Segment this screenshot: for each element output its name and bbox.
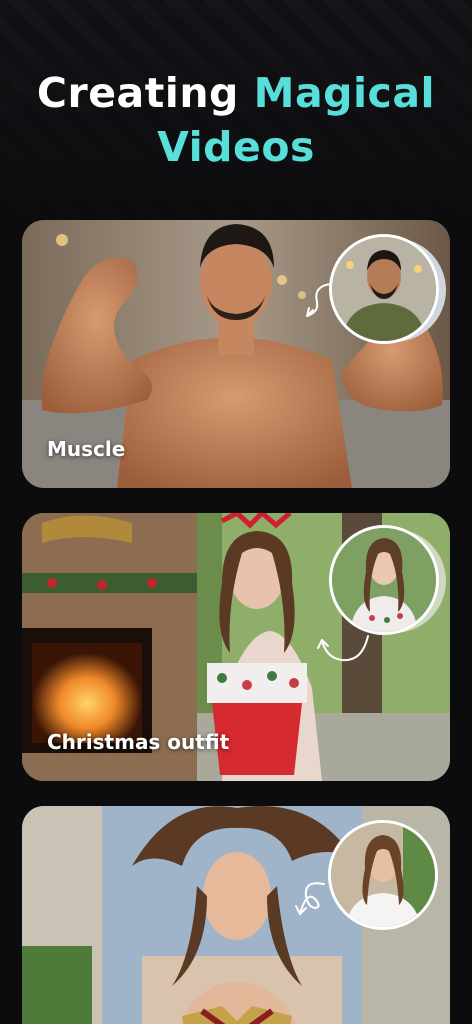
effect-card-christmas-outfit[interactable]: Christmas outfit bbox=[22, 513, 450, 781]
man-portrait-image bbox=[332, 237, 436, 341]
curved-arrow-icon bbox=[306, 283, 332, 317]
original-photo-thumbnail bbox=[328, 820, 438, 930]
original-photo-thumbnail bbox=[329, 234, 439, 344]
effect-card-muscle[interactable]: Muscle bbox=[22, 220, 450, 488]
card-label-christmas-outfit: Christmas outfit bbox=[47, 730, 230, 754]
headline-line-1: Creating Magical bbox=[0, 66, 472, 120]
headline-white-text: Creating bbox=[36, 69, 254, 117]
woman-portrait-image bbox=[332, 528, 436, 632]
headline: Creating Magical Videos bbox=[0, 66, 472, 174]
curved-arrow-icon bbox=[317, 635, 369, 662]
card-label-muscle: Muscle bbox=[47, 437, 126, 461]
effect-card-3[interactable] bbox=[22, 806, 450, 1024]
curved-arrow-icon bbox=[295, 882, 325, 915]
headline-teal-text: Magical bbox=[253, 69, 436, 117]
screen: Creating Magical Videos Muscle Christmas… bbox=[0, 0, 472, 1024]
woman-portrait-image bbox=[331, 823, 435, 927]
headline-line-2: Videos bbox=[157, 123, 315, 171]
